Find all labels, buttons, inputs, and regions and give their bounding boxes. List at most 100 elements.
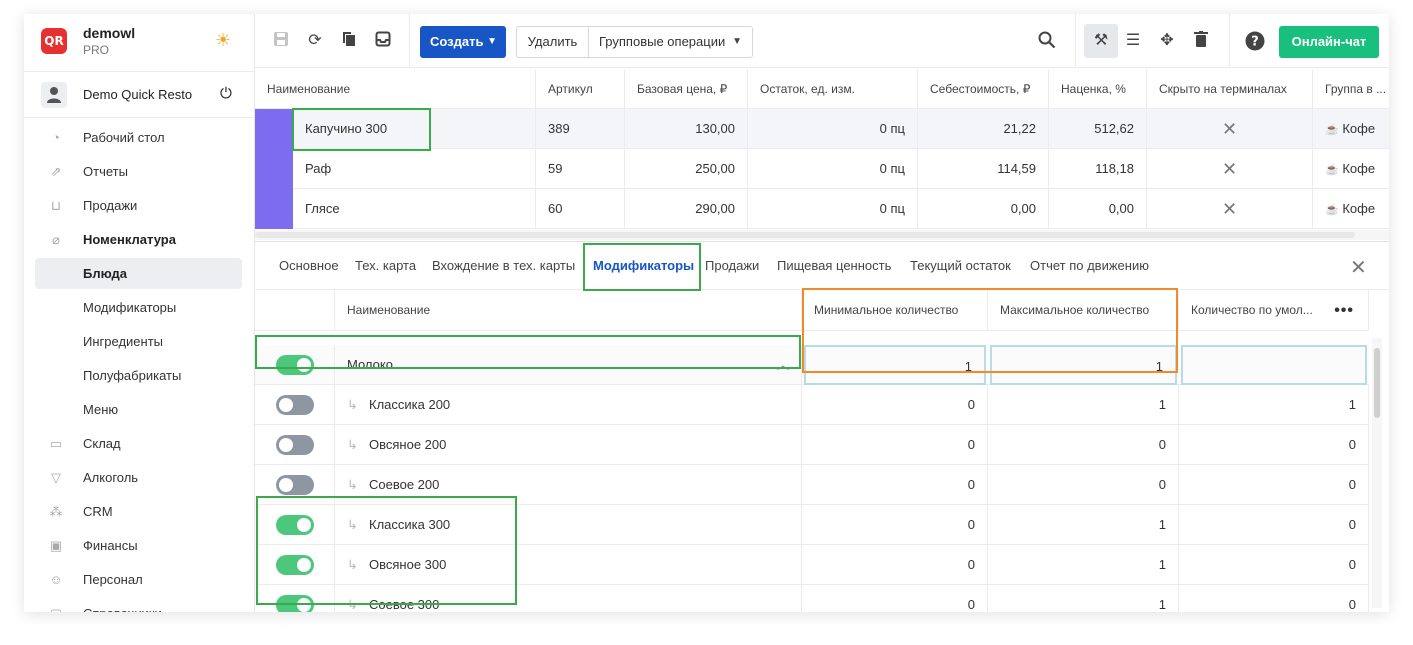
modifier-toggle[interactable] bbox=[276, 515, 314, 535]
col-header-hidden[interactable]: Скрыто на терминалах bbox=[1147, 69, 1313, 109]
modifier-toggle[interactable] bbox=[276, 435, 314, 455]
sidebar-item-crm[interactable]: ⁂ CRM bbox=[35, 496, 242, 527]
modifier-row[interactable]: ↳ Соевое 200 0 0 0 bbox=[255, 465, 1369, 505]
cell-price: 290,00 bbox=[625, 189, 748, 229]
col-header-group[interactable]: Группа в ... bbox=[1313, 69, 1389, 109]
sidebar-item-dashboard[interactable]: ◔ Рабочий стол bbox=[35, 122, 242, 153]
max-qty-input[interactable]: 1 bbox=[990, 345, 1177, 385]
power-icon[interactable]: ⏻ bbox=[220, 85, 232, 102]
create-button[interactable]: Создать ▼ bbox=[420, 26, 506, 58]
tools-icon[interactable]: ⚒ bbox=[1091, 31, 1111, 51]
modifier-group-row[interactable]: Молоко ︿ 1 1 bbox=[255, 345, 1369, 385]
modifier-row[interactable]: ↳ Соевое 300 0 1 0 bbox=[255, 585, 1369, 612]
table-row[interactable]: Капучино 300 389 130,00 0 пц 21,22 512,6… bbox=[255, 109, 1389, 149]
max-qty-cell[interactable]: 0 bbox=[988, 425, 1179, 465]
max-qty-cell[interactable]: 0 bbox=[988, 465, 1179, 505]
col-header-stock[interactable]: Остаток, ед. изм. bbox=[748, 69, 918, 109]
sidebar-item-alcohol[interactable]: ▽ Алкоголь bbox=[35, 462, 242, 493]
sidebar-item-finance[interactable]: ▣ Финансы bbox=[35, 530, 242, 561]
sidebar-item-ingredients[interactable]: Ингредиенты bbox=[35, 326, 242, 357]
modifier-row[interactable]: ↳ Классика 200 0 1 1 bbox=[255, 385, 1369, 425]
col-header-modifier-name[interactable]: Наименование bbox=[335, 290, 802, 331]
max-qty-cell[interactable]: 1 bbox=[988, 505, 1179, 545]
copy-icon[interactable] bbox=[339, 31, 359, 51]
default-qty-cell[interactable]: 1 bbox=[1179, 385, 1369, 425]
col-header-markup[interactable]: Наценка, % bbox=[1049, 69, 1147, 109]
min-qty-cell[interactable]: 0 bbox=[802, 545, 988, 585]
horizontal-scrollbar[interactable] bbox=[255, 230, 1389, 240]
sidebar-item-nomenclature[interactable]: ⌀ Номенклатура bbox=[35, 224, 242, 255]
move-icon[interactable]: ✥ bbox=[1157, 31, 1177, 51]
more-icon[interactable]: ••• bbox=[1334, 290, 1354, 331]
inbox-icon[interactable] bbox=[373, 31, 393, 51]
modifier-toggle[interactable] bbox=[276, 475, 314, 495]
brand-header[interactable]: QR demowl PRO ☀ bbox=[24, 14, 255, 72]
toolbar-divider bbox=[1229, 14, 1230, 68]
help-icon[interactable]: ? bbox=[1245, 31, 1265, 51]
modifier-toggle[interactable] bbox=[276, 595, 314, 612]
search-icon[interactable] bbox=[1037, 31, 1057, 51]
sidebar-item-warehouse[interactable]: ▭ Склад bbox=[35, 428, 242, 459]
col-header-max-qty[interactable]: Максимальное количество bbox=[988, 290, 1179, 331]
col-header-cost[interactable]: Себестоимость, ₽ bbox=[918, 69, 1049, 109]
tab-sales[interactable]: Продажи bbox=[705, 242, 759, 290]
tab-modifiers[interactable]: Модификаторы bbox=[593, 242, 694, 290]
default-qty-cell[interactable]: 0 bbox=[1179, 465, 1369, 505]
close-icon[interactable]: ✕ bbox=[1350, 255, 1367, 280]
group-toggle[interactable] bbox=[276, 355, 314, 375]
chevron-up-icon[interactable]: ︿ bbox=[777, 345, 789, 385]
sidebar-item-semifinished[interactable]: Полуфабрикаты bbox=[35, 360, 242, 391]
min-qty-cell[interactable]: 0 bbox=[802, 385, 988, 425]
max-qty-cell[interactable]: 1 bbox=[988, 385, 1179, 425]
default-qty-cell[interactable]: 0 bbox=[1179, 425, 1369, 465]
sidebar-item-dishes[interactable]: Блюда bbox=[35, 258, 242, 289]
max-qty-cell[interactable]: 1 bbox=[988, 545, 1179, 585]
tab-main[interactable]: Основное bbox=[279, 242, 339, 290]
sidebar-item-sales[interactable]: ⊔ Продажи bbox=[35, 190, 242, 221]
table-row[interactable]: Глясе 60 290,00 0 пц 0,00 0,00 ✕ ☕ Кофе bbox=[255, 189, 1389, 229]
sidebar-item-references[interactable]: ▢ Справочники bbox=[35, 598, 242, 612]
default-qty-cell[interactable]: 0 bbox=[1179, 585, 1369, 612]
min-qty-input[interactable]: 1 bbox=[804, 345, 986, 385]
sidebar-item-modifiers[interactable]: Модификаторы bbox=[35, 292, 242, 323]
default-qty-cell[interactable]: 0 bbox=[1179, 505, 1369, 545]
online-chat-button[interactable]: Онлайн-чат bbox=[1279, 26, 1379, 58]
col-header-sku[interactable]: Артикул bbox=[536, 69, 625, 109]
min-qty-cell[interactable]: 0 bbox=[802, 585, 988, 612]
delete-button[interactable]: Удалить bbox=[517, 27, 589, 57]
user-panel[interactable]: Demo Quick Resto ⏻ bbox=[24, 72, 255, 118]
tab-tech-card-usage[interactable]: Вхождение в тех. карты bbox=[432, 242, 575, 290]
min-qty-cell[interactable]: 0 bbox=[802, 505, 988, 545]
col-header-min-qty[interactable]: Минимальное количество bbox=[802, 290, 988, 331]
sidebar-item-reports[interactable]: ⇗ Отчеты bbox=[35, 156, 242, 187]
modifier-row[interactable]: ↳ Классика 300 0 1 0 bbox=[255, 505, 1369, 545]
refresh-icon[interactable]: ⟳ bbox=[305, 31, 325, 51]
tab-current-stock[interactable]: Текущий остаток bbox=[910, 242, 1011, 290]
default-qty-input[interactable] bbox=[1181, 345, 1367, 385]
default-qty-cell[interactable]: 0 bbox=[1179, 545, 1369, 585]
tab-tech-card[interactable]: Тех. карта bbox=[355, 242, 416, 290]
vertical-scrollbar[interactable] bbox=[1372, 338, 1382, 608]
modifier-toggle[interactable] bbox=[276, 555, 314, 575]
trash-icon[interactable] bbox=[1191, 31, 1211, 51]
theme-toggle-icon[interactable]: ☀ bbox=[215, 30, 231, 51]
scrollbar-thumb[interactable] bbox=[255, 232, 1355, 238]
modifier-row[interactable]: ↳ Овсяное 300 0 1 0 bbox=[255, 545, 1369, 585]
col-header-name[interactable]: Наименование bbox=[255, 69, 536, 109]
sidebar-item-menu[interactable]: Меню bbox=[35, 394, 242, 425]
scrollbar-thumb[interactable] bbox=[1374, 348, 1380, 418]
max-qty-cell[interactable]: 1 bbox=[988, 585, 1179, 612]
save-icon[interactable] bbox=[271, 31, 291, 51]
tab-movement-report[interactable]: Отчет по движению bbox=[1030, 242, 1149, 290]
col-header-price[interactable]: Базовая цена, ₽ bbox=[625, 69, 748, 109]
tab-nutrition[interactable]: Пищевая ценность bbox=[777, 242, 891, 290]
modifier-toggle[interactable] bbox=[276, 395, 314, 415]
table-row[interactable]: Раф 59 250,00 0 пц 114,59 118,18 ✕ ☕ Коф… bbox=[255, 149, 1389, 189]
min-qty-cell[interactable]: 0 bbox=[802, 465, 988, 505]
sidebar-item-staff[interactable]: ☺ Персонал bbox=[35, 564, 242, 595]
col-header-default-qty[interactable]: Количество по умол... ••• bbox=[1179, 290, 1369, 331]
min-qty-cell[interactable]: 0 bbox=[802, 425, 988, 465]
group-operations-button[interactable]: Групповые операции ▼ bbox=[589, 27, 752, 57]
list-icon[interactable]: ☰ bbox=[1123, 31, 1143, 51]
modifier-row[interactable]: ↳ Овсяное 200 0 0 0 bbox=[255, 425, 1369, 465]
